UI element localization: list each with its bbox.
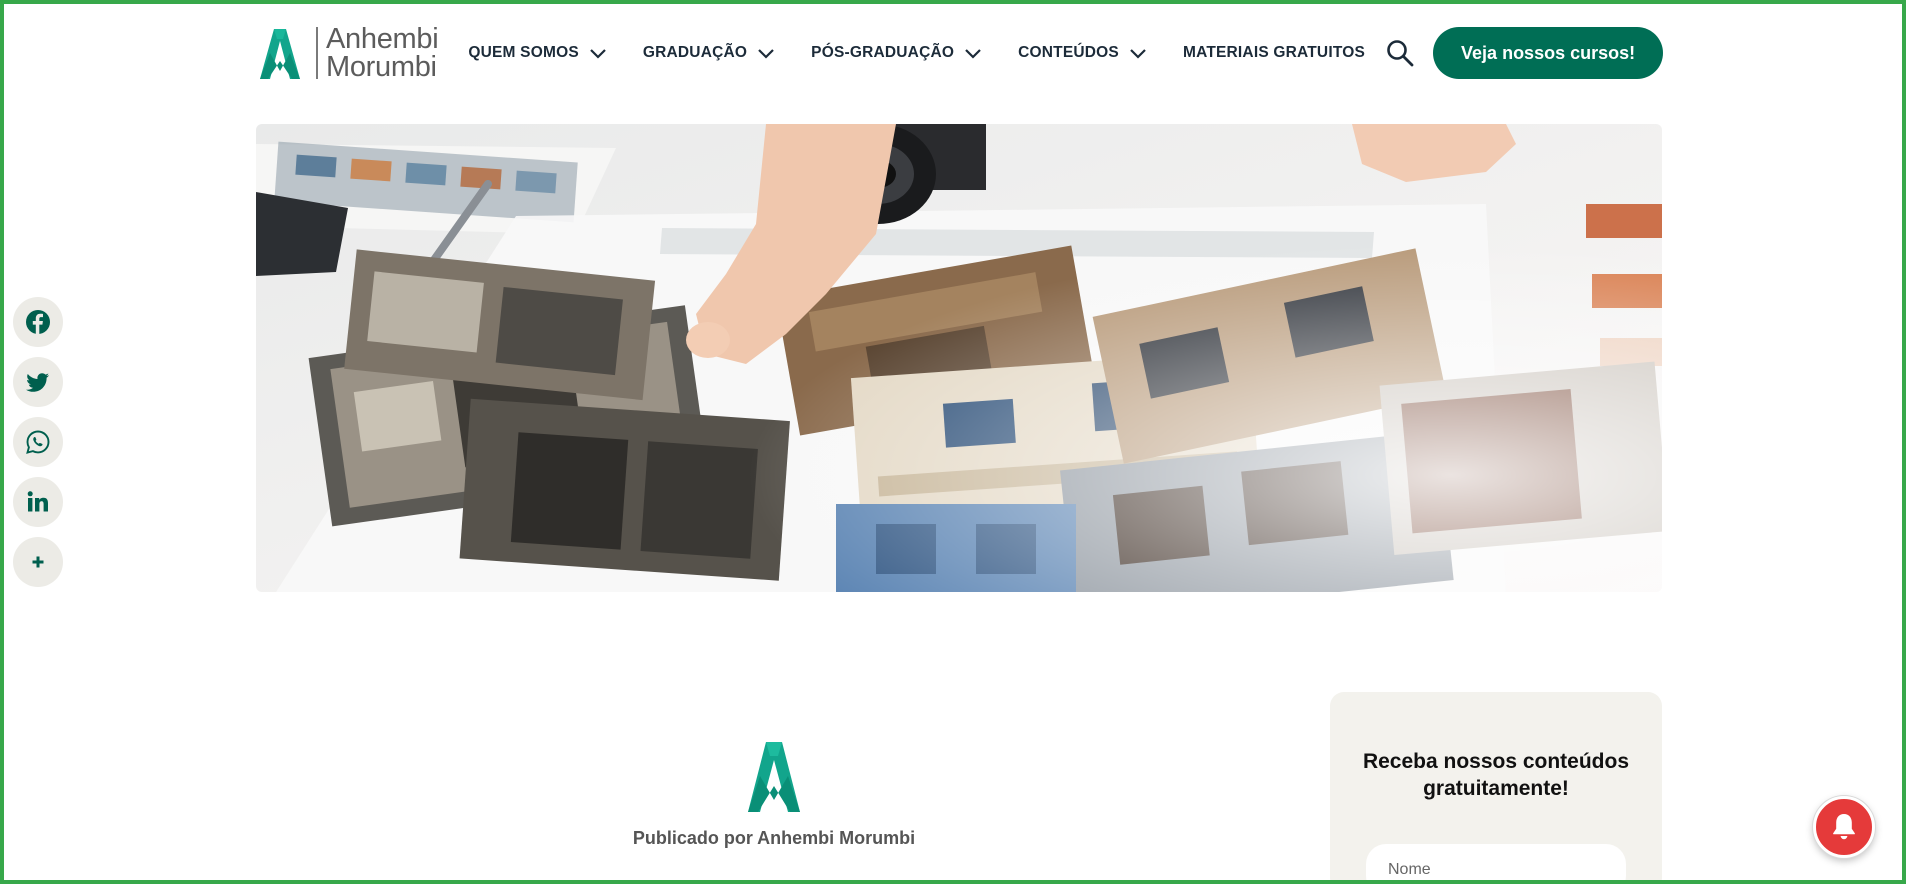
author-byline: Publicado por Anhembi Morumbi <box>632 828 916 848</box>
hero-image <box>256 124 1662 592</box>
logo-line2: Morumbi <box>326 51 437 83</box>
notification-bell-button[interactable] <box>1813 796 1875 858</box>
author-block: Publicado por Anhembi Morumbi <box>560 740 988 849</box>
logo-separator <box>316 27 318 79</box>
logo-wordmark: Anhembi Morumbi <box>326 23 439 83</box>
nav-item-label: CONTEÚDOS <box>1018 44 1119 61</box>
share-more-button[interactable] <box>13 537 63 587</box>
name-input[interactable] <box>1366 844 1626 884</box>
anhembi-logo-icon <box>748 742 800 812</box>
site-logo[interactable]: Anhembi Morumbi <box>256 22 439 84</box>
whatsapp-icon <box>26 430 50 454</box>
nav-item-label: MATERIAIS GRATUITOS <box>1182 44 1366 61</box>
hero-photo-illustration <box>256 124 1662 592</box>
nav-item-materiais-gratuitos[interactable]: MATERIAIS GRATUITOS <box>1183 44 1365 62</box>
nav-item-graduacao[interactable]: GRADUAÇÃO <box>643 44 775 62</box>
nav-item-pos-graduacao[interactable]: PÓS-GRADUAÇÃO <box>811 44 982 62</box>
anhembi-logo-icon <box>260 29 300 79</box>
share-whatsapp-button[interactable] <box>13 417 63 467</box>
twitter-icon <box>26 373 49 392</box>
see-courses-button[interactable]: Veja nossos cursos! <box>1433 27 1664 79</box>
main-nav: QUEM SOMOS GRADUAÇÃO PÓS-GRADUAÇÃO CONTE… <box>468 20 1664 86</box>
share-facebook-button[interactable] <box>13 297 63 347</box>
linkedin-icon <box>27 491 48 512</box>
site-header: Anhembi Morumbi QUEM SOMOS GRADUAÇÃO PÓS… <box>256 20 1664 86</box>
facebook-icon <box>26 310 50 334</box>
nav-item-label: PÓS-GRADUAÇÃO <box>811 44 955 61</box>
nav-item-label: GRADUAÇÃO <box>642 44 748 61</box>
chevron-down-icon <box>758 49 774 59</box>
logo-line1: Anhembi <box>326 23 439 55</box>
search-icon[interactable] <box>1385 38 1415 68</box>
chevron-down-icon <box>1130 49 1146 59</box>
share-twitter-button[interactable] <box>13 357 63 407</box>
nav-item-label: QUEM SOMOS <box>468 44 579 61</box>
nav-item-conteudos[interactable]: CONTEÚDOS <box>1018 44 1147 62</box>
share-linkedin-button[interactable] <box>13 477 63 527</box>
share-bar <box>13 297 63 597</box>
newsletter-title: Receba nossos conteúdos gratuitamente! <box>1362 750 1630 800</box>
plus-icon <box>32 556 44 568</box>
chevron-down-icon <box>590 49 606 59</box>
chevron-down-icon <box>965 49 981 59</box>
nav-item-quem-somos[interactable]: QUEM SOMOS <box>468 44 607 62</box>
newsletter-box: Receba nossos conteúdos gratuitamente! <box>1330 692 1662 884</box>
bell-icon <box>1833 814 1855 840</box>
